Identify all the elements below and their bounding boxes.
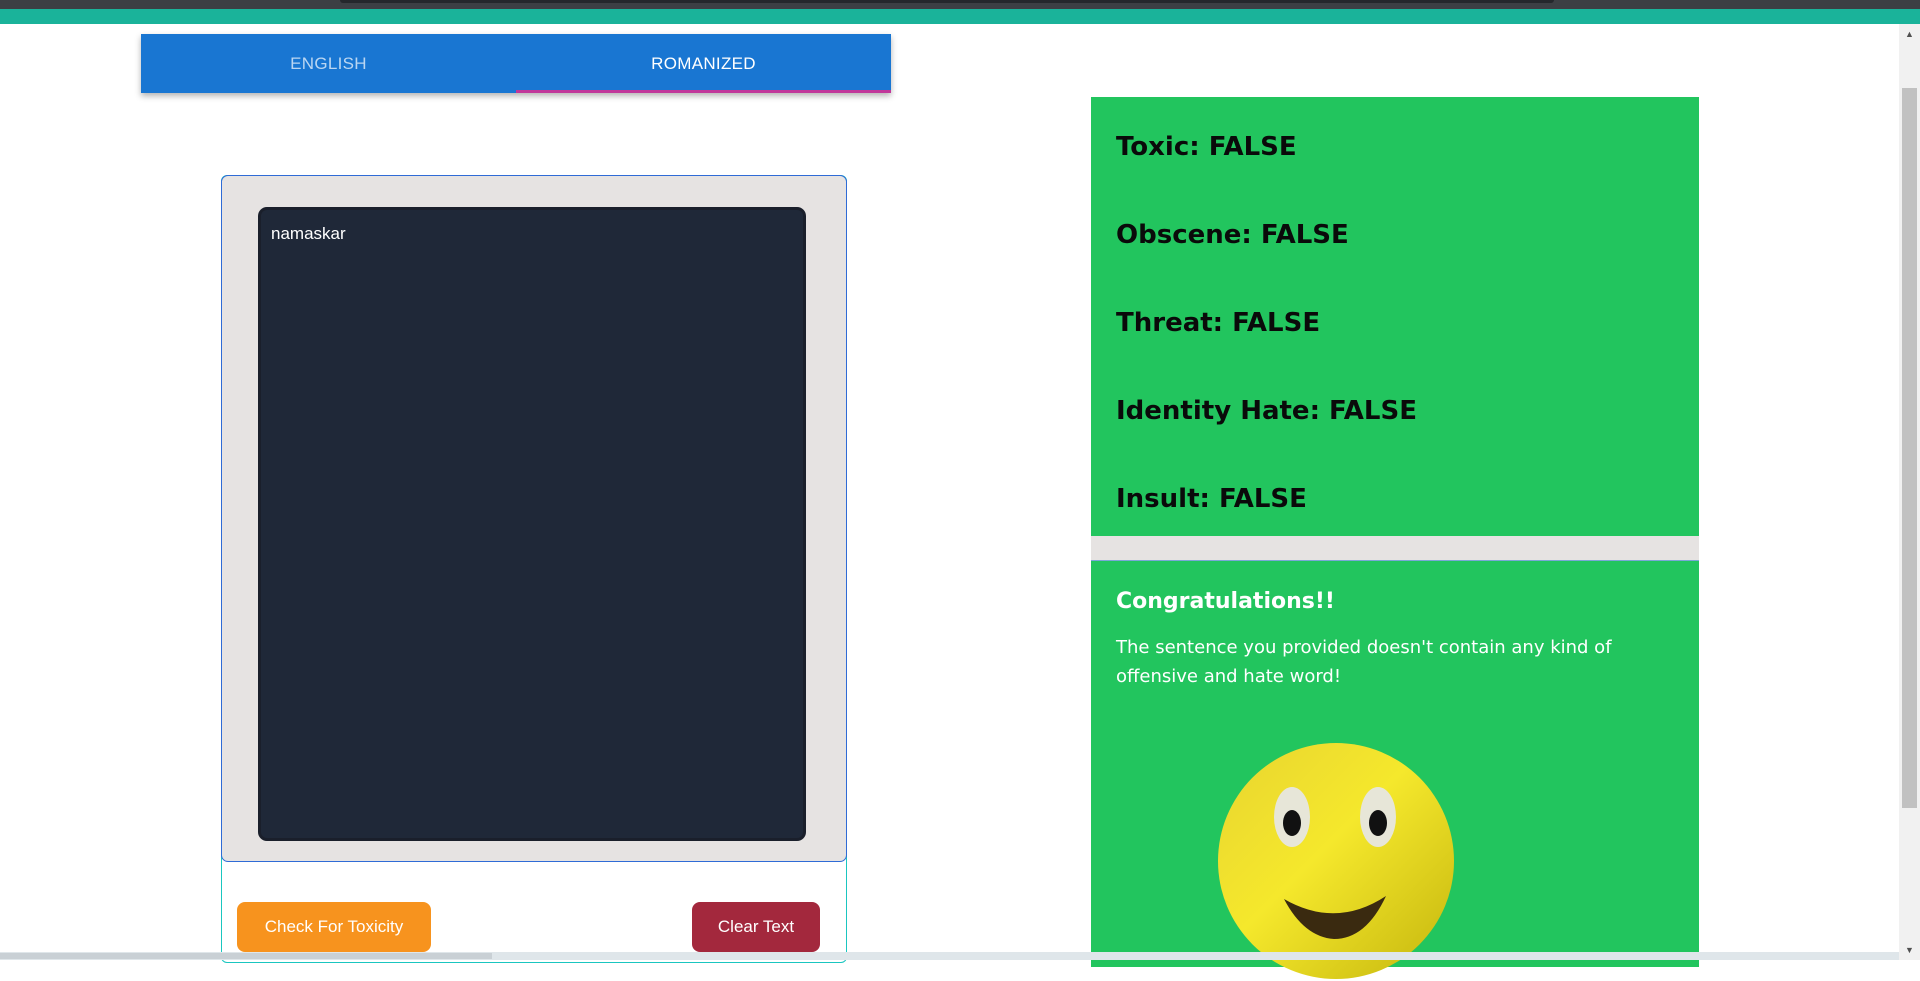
result-toxic: Toxic: FALSE bbox=[1116, 132, 1297, 162]
horizontal-scrollbar-thumb[interactable] bbox=[0, 953, 492, 959]
scrollbar-thumb[interactable] bbox=[1902, 88, 1917, 808]
result-divider bbox=[1091, 536, 1699, 561]
scroll-up-icon[interactable]: ▲ bbox=[1899, 24, 1920, 44]
tab-english[interactable]: ENGLISH bbox=[141, 34, 516, 93]
address-bar-edge bbox=[340, 0, 1554, 3]
input-frame: namaskar bbox=[221, 175, 847, 862]
smiley-face-icon bbox=[1218, 743, 1454, 979]
tab-romanized[interactable]: ROMANIZED bbox=[516, 34, 891, 93]
result-threat: Threat: FALSE bbox=[1116, 308, 1321, 338]
browser-top-bar bbox=[0, 0, 1920, 9]
clear-text-button[interactable]: Clear Text bbox=[692, 902, 820, 952]
result-panel: Toxic: FALSE Obscene: FALSE Threat: FALS… bbox=[1091, 97, 1699, 979]
input-card: namaskar Check For Toxicity Clear Text bbox=[221, 175, 847, 963]
verdict-title: Congratulations!! bbox=[1116, 589, 1335, 614]
result-obscene: Obscene: FALSE bbox=[1116, 220, 1349, 250]
app-header-strip bbox=[0, 9, 1920, 24]
language-tabs: ENGLISH ROMANIZED bbox=[141, 34, 891, 93]
verdict-message: The sentence you provided doesn't contai… bbox=[1116, 637, 1612, 687]
result-identity-hate: Identity Hate: FALSE bbox=[1116, 396, 1417, 426]
result-list: Toxic: FALSE Obscene: FALSE Threat: FALS… bbox=[1091, 97, 1699, 561]
page-scrollbar[interactable]: ▲ ▼ bbox=[1899, 24, 1920, 960]
sentence-input[interactable]: namaskar bbox=[258, 207, 806, 841]
check-toxicity-button[interactable]: Check For Toxicity bbox=[237, 902, 431, 952]
scroll-down-icon[interactable]: ▼ bbox=[1899, 940, 1920, 960]
horizontal-scrollbar[interactable] bbox=[0, 952, 1899, 960]
